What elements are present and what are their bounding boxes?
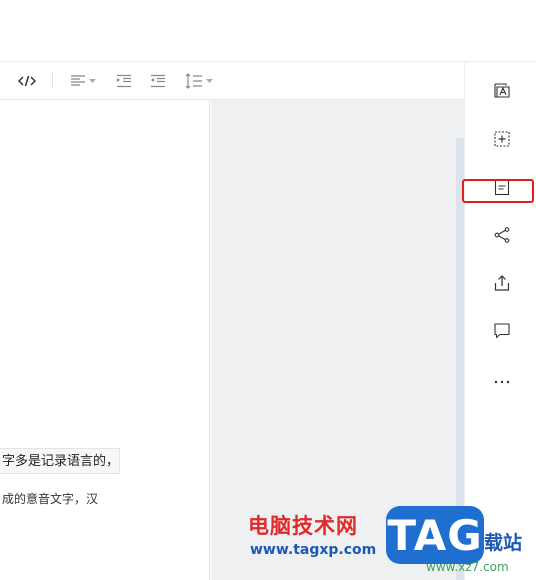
comment-button[interactable] <box>489 320 515 346</box>
document-page[interactable] <box>0 100 210 580</box>
text-style-button[interactable] <box>489 80 515 106</box>
line-spacing-icon <box>185 73 203 89</box>
watermark-right-text: 载站 <box>484 532 523 554</box>
watermark-small-url: www.xz7.com <box>426 560 509 574</box>
chevron-down-icon <box>89 78 96 84</box>
text-style-icon <box>493 82 511 105</box>
line-spacing-button[interactable] <box>182 70 216 92</box>
indent-increase-icon <box>116 74 132 88</box>
export-button[interactable] <box>489 272 515 298</box>
more-icon <box>493 372 511 390</box>
insert-block-button[interactable] <box>489 128 515 154</box>
align-left-icon <box>70 74 86 88</box>
indent-decrease-icon <box>150 74 166 88</box>
code-button[interactable] <box>16 70 38 92</box>
toolbar-divider <box>52 73 53 89</box>
comment-icon <box>493 322 511 345</box>
right-sidebar <box>464 62 536 580</box>
share-icon <box>493 226 511 249</box>
watermark-brand-text: 电脑技术网 <box>248 514 358 538</box>
watermark: 电脑技术网 www.tagxp.com TAG 载站 www.xz7.com <box>240 504 536 580</box>
chevron-down-icon <box>206 78 213 84</box>
red-highlight-box <box>462 179 534 203</box>
code-icon <box>18 74 36 88</box>
indent-increase-button[interactable] <box>114 70 134 92</box>
watermark-logo: TAG <box>386 506 484 564</box>
insert-block-icon <box>493 130 511 153</box>
export-icon <box>493 274 511 297</box>
document-text-line[interactable]: 成的意音文字，汉 <box>0 490 130 508</box>
format-toolbar <box>0 62 464 100</box>
more-button[interactable] <box>489 368 515 394</box>
share-button[interactable] <box>489 224 515 250</box>
watermark-url: www.tagxp.com <box>250 542 377 558</box>
top-header-bar <box>0 0 536 62</box>
indent-decrease-button[interactable] <box>148 70 168 92</box>
align-button[interactable] <box>66 70 100 92</box>
document-text-line[interactable]: 字多是记录语言的， <box>0 448 120 474</box>
